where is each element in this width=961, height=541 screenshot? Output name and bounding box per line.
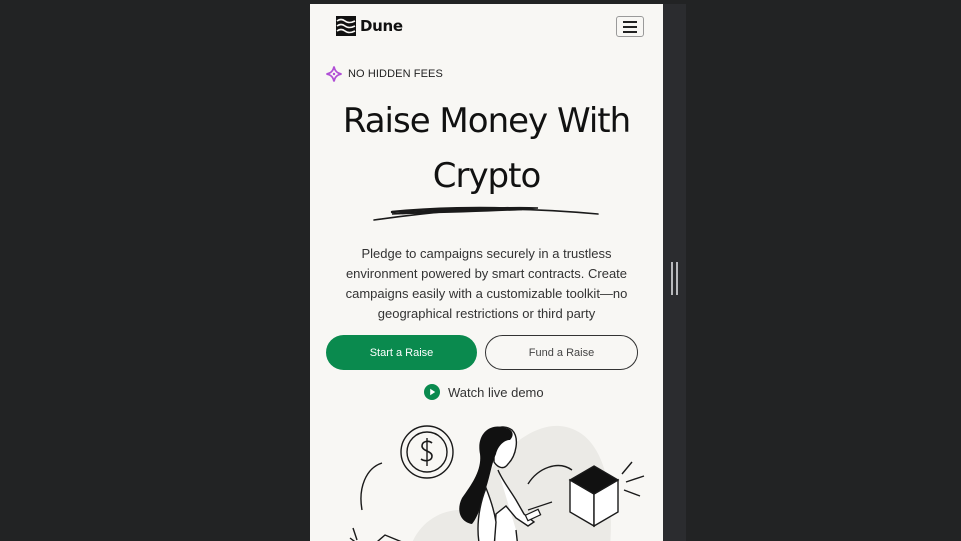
viewport-resize-handle[interactable] [671,262,679,295]
title-line-2: Crypto [432,156,542,196]
hamburger-menu-icon [623,20,637,23]
site-header: Dune [310,4,663,52]
page-title: Raise Money With Crypto [310,94,663,204]
hero-illustration [349,425,645,541]
no-hidden-fees-badge: NO HIDDEN FEES [326,66,443,82]
hero-description: Pledge to campaigns securely in a trustl… [345,246,628,321]
play-circle-icon [424,384,440,400]
mobile-viewport: Dune NO HIDDEN FEES Raise Money With Cry… [310,4,663,541]
demo-label: Watch live demo [448,384,544,400]
menu-button[interactable] [616,16,644,37]
badge-label: NO HIDDEN FEES [348,68,443,80]
brand-logo[interactable]: Dune [336,16,403,36]
sparkle-icon [326,66,342,82]
underline-scribble [373,206,599,221]
watch-demo-link[interactable]: Watch live demo [424,384,544,400]
start-raise-button[interactable]: Start a Raise [326,335,477,370]
dollar-coin-icon [400,425,454,479]
dune-logo-icon [336,16,356,36]
brand-name: Dune [360,17,403,35]
cube-icon-right [568,465,620,528]
title-line-1: Raise Money With [342,101,631,141]
cube-icon-left [377,534,402,541]
fund-raise-button[interactable]: Fund a Raise [485,335,638,370]
